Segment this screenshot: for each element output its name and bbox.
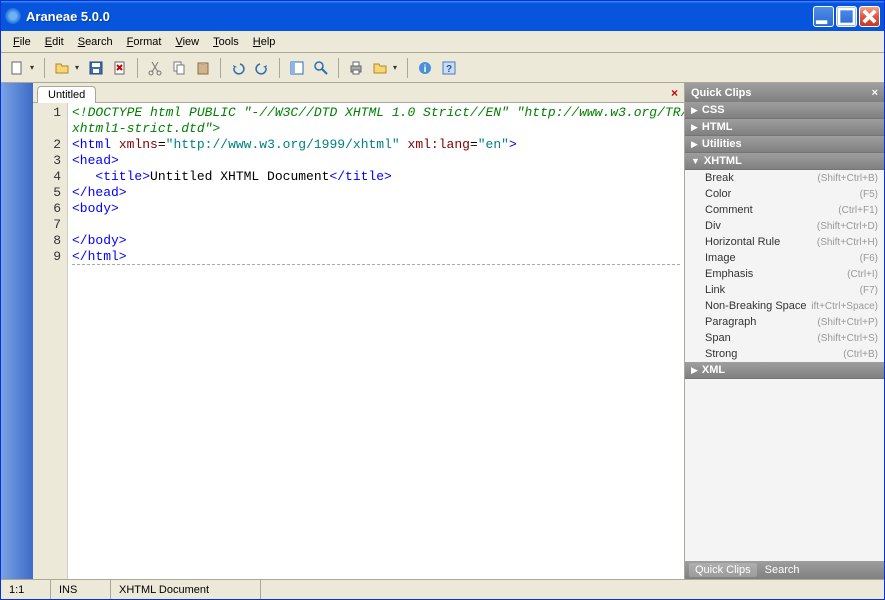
menu-format[interactable]: Format [120,34,169,50]
status-mode: INS [51,580,111,599]
titlebar: Araneae 5.0.0 [1,1,884,31]
status-spacer [261,580,884,599]
status-doctype: XHTML Document [111,580,261,599]
clip-strong[interactable]: Strong(Ctrl+B) [685,346,884,362]
minimize-button[interactable] [813,6,834,27]
maximize-button[interactable] [836,6,857,27]
toolbar: ▾ ▾ ▾ i ? [1,53,884,83]
preview-dropdown-icon[interactable]: ▾ [393,63,401,72]
left-sidebar [1,83,33,579]
quick-clips-panel: Quick Clips × ▶CSS▶HTML▶Utilities▼XHTMLB… [684,83,884,579]
cut-button[interactable] [144,57,166,79]
redo-button[interactable] [251,57,273,79]
clip-color[interactable]: Color(F5) [685,186,884,202]
undo-button[interactable] [227,57,249,79]
status-position: 1:1 [1,580,51,599]
menu-help[interactable]: Help [246,34,283,50]
clip-break[interactable]: Break(Shift+Ctrl+B) [685,170,884,186]
sidebar-toggle-button[interactable] [286,57,308,79]
save-button[interactable] [85,57,107,79]
print-button[interactable] [345,57,367,79]
svg-text:i: i [424,64,427,75]
info-button[interactable]: i [414,57,436,79]
panel-category-utilities[interactable]: ▶Utilities [685,136,884,153]
open-file-button[interactable] [51,57,73,79]
menu-file[interactable]: File [6,34,38,50]
panel-category-xhtml[interactable]: ▼XHTML [685,153,884,170]
clip-non-breaking-space[interactable]: Non-Breaking Spaceift+Ctrl+Space) [685,298,884,314]
clip-span[interactable]: Span(Shift+Ctrl+S) [685,330,884,346]
new-dropdown-icon[interactable]: ▾ [30,63,38,72]
menu-edit[interactable]: Edit [38,34,71,50]
panel-category-xml[interactable]: ▶XML [685,362,884,379]
panel-category-css[interactable]: ▶CSS [685,102,884,119]
code-content[interactable]: <!DOCTYPE html PUBLIC "-//W3C//DTD XHTML… [68,103,684,579]
line-numbers: 123456789 [33,103,68,579]
close-button[interactable] [859,6,880,27]
open-dropdown-icon[interactable]: ▾ [75,63,83,72]
close-file-button[interactable] [109,57,131,79]
clip-comment[interactable]: Comment(Ctrl+F1) [685,202,884,218]
panel-tab-quick-clips[interactable]: Quick Clips [689,563,757,577]
tab-close-icon[interactable]: × [671,86,678,100]
clip-paragraph[interactable]: Paragraph(Shift+Ctrl+P) [685,314,884,330]
tab-label: Untitled [48,89,85,101]
menubar: FileEditSearchFormatViewToolsHelp [1,31,884,53]
statusbar: 1:1 INS XHTML Document [1,579,884,599]
panel-header: Quick Clips × [685,83,884,102]
panel-category-html[interactable]: ▶HTML [685,119,884,136]
svg-text:?: ? [446,64,452,75]
panel-tab-search[interactable]: Search [759,563,806,577]
find-button[interactable] [310,57,332,79]
clip-horizontal-rule[interactable]: Horizontal Rule(Shift+Ctrl+H) [685,234,884,250]
paste-button[interactable] [192,57,214,79]
copy-button[interactable] [168,57,190,79]
menu-view[interactable]: View [168,34,206,50]
clip-emphasis[interactable]: Emphasis(Ctrl+I) [685,266,884,282]
clip-div[interactable]: Div(Shift+Ctrl+D) [685,218,884,234]
panel-tabs: Quick ClipsSearch [685,561,884,579]
panel-close-icon[interactable]: × [872,87,878,99]
clip-image[interactable]: Image(F6) [685,250,884,266]
clip-link[interactable]: Link(F7) [685,282,884,298]
panel-title: Quick Clips [691,87,752,99]
preview-button[interactable] [369,57,391,79]
menu-search[interactable]: Search [71,34,120,50]
new-file-button[interactable] [6,57,28,79]
help-button[interactable]: ? [438,57,460,79]
window-title: Araneae 5.0.0 [26,9,813,24]
menu-tools[interactable]: Tools [206,34,246,50]
tab-untitled[interactable]: Untitled [37,86,96,103]
editor[interactable]: 123456789 <!DOCTYPE html PUBLIC "-//W3C/… [33,103,684,579]
editor-tabs: Untitled × [33,83,684,103]
app-icon [5,8,21,24]
